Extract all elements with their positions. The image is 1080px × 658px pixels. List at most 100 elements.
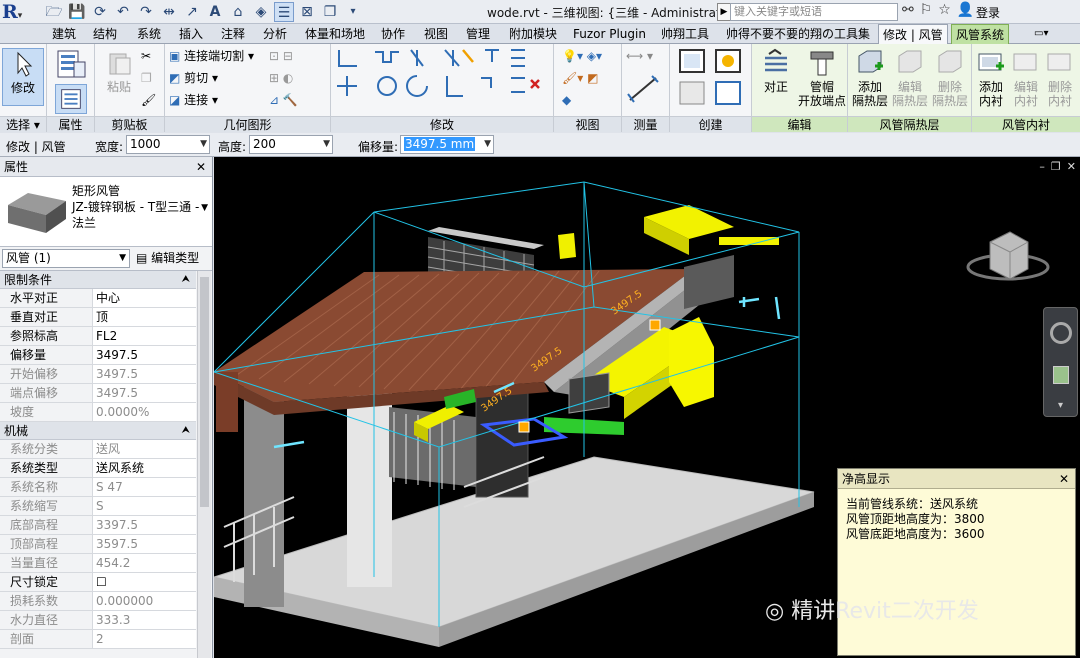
- override-icon[interactable]: 🖌▾ ◩: [562, 68, 598, 88]
- cut-clipboard-icon[interactable]: ✂: [141, 46, 151, 66]
- property-value[interactable]: ☐: [93, 573, 196, 591]
- measure-icon[interactable]: ⇹: [159, 2, 179, 22]
- delete-insulation-button[interactable]: 删除 隔热层: [928, 48, 972, 108]
- tab-view[interactable]: 视图: [420, 24, 452, 44]
- paint-icon[interactable]: ⊿ 🔨: [269, 90, 298, 110]
- dimension-icon[interactable]: ↗: [182, 2, 202, 22]
- clearance-bottom-height: 风管底距地高度为：3600: [846, 527, 985, 541]
- binoculars-icon[interactable]: ⚯: [902, 2, 914, 18]
- properties-icon[interactable]: [55, 48, 87, 80]
- tab-modify-duct[interactable]: 修改 | 风管: [878, 24, 948, 44]
- edit-type-button[interactable]: ▤ 编辑类型: [136, 248, 199, 268]
- navigation-bar: ▾: [1043, 307, 1078, 417]
- tab-annotate[interactable]: 注释: [217, 24, 249, 44]
- justify-button[interactable]: 对正: [754, 48, 798, 94]
- add-lining-button[interactable]: 添加 内衬: [972, 48, 1010, 108]
- modify-button[interactable]: 修改: [2, 48, 44, 106]
- property-value: S 47: [93, 478, 196, 496]
- tab-addins[interactable]: 附加模块: [505, 24, 561, 44]
- modify-tools-icons[interactable]: [335, 46, 547, 114]
- close-icon[interactable]: ✕: [1059, 469, 1069, 489]
- restore-icon[interactable]: ❐: [1051, 160, 1061, 173]
- close-hidden-icon[interactable]: ⊠: [297, 2, 317, 22]
- favorites-icon[interactable]: ☆: [938, 2, 951, 18]
- cap-open-ends-button[interactable]: 管帽 开放端点: [798, 48, 846, 108]
- minimize-icon[interactable]: –: [1039, 160, 1045, 173]
- type-properties-icon[interactable]: [55, 84, 87, 114]
- instance-filter-select[interactable]: 风管 (1) ▼: [2, 249, 130, 268]
- tab-systems[interactable]: 系统: [133, 24, 165, 44]
- property-name: 开始偏移: [0, 365, 93, 383]
- cope-button[interactable]: ▣ 连接端切割 ▾: [169, 46, 254, 66]
- login-link[interactable]: 登录: [976, 4, 1000, 21]
- height-combo[interactable]: 200 ▼: [249, 135, 333, 154]
- switch-windows-icon[interactable]: ❐: [320, 2, 340, 22]
- chevron-down-icon[interactable]: ▼: [201, 203, 208, 213]
- save-icon[interactable]: 💾: [67, 2, 87, 22]
- wall-joins-icon[interactable]: ⊡ ⊟: [269, 46, 293, 66]
- type-selector[interactable]: 矩形风管 JZ-镀锌钢板 - T型三通 - 法兰 ▼: [0, 177, 212, 247]
- text-icon[interactable]: A: [205, 2, 225, 22]
- panel-select-title[interactable]: 选择 ▾: [0, 116, 46, 132]
- tab-structure[interactable]: 结构: [89, 24, 121, 44]
- join-button[interactable]: ◪ 连接 ▾: [169, 90, 218, 110]
- property-value[interactable]: 中心: [93, 289, 196, 307]
- cut-geometry-button[interactable]: ◩ 剪切 ▾: [169, 68, 218, 88]
- properties-scrollbar[interactable]: [197, 271, 211, 658]
- property-value[interactable]: FL2: [93, 327, 196, 345]
- offset-combo[interactable]: 3497.5 mm ▼: [400, 135, 494, 154]
- section-mechanical[interactable]: 机械 ⮝: [0, 422, 196, 440]
- 3d-viewport[interactable]: 3497.5 3497.5 3497.5 – ❐ ✕ ▾ 净高显示 ✕ 当前管线系统：…: [214, 157, 1080, 658]
- tab-insert[interactable]: 插入: [175, 24, 207, 44]
- app-menu-button[interactable]: R▾: [2, 1, 38, 23]
- aligned-dimension-icon[interactable]: [626, 74, 664, 104]
- subscription-icon[interactable]: ⚐: [920, 2, 933, 18]
- zoom-icon[interactable]: [1053, 366, 1069, 384]
- navbar-menu-icon[interactable]: ▾: [1058, 400, 1063, 411]
- edit-insulation-button[interactable]: 编辑 隔热层: [888, 48, 932, 108]
- match-type-icon[interactable]: 🖌: [141, 90, 156, 110]
- tab-analyze[interactable]: 分析: [259, 24, 291, 44]
- tab-minimize-icon[interactable]: ▭▾: [1030, 24, 1052, 44]
- property-value[interactable]: 顶: [93, 308, 196, 326]
- customize-qat-icon[interactable]: ▾: [343, 2, 363, 22]
- copy-icon[interactable]: ❐: [141, 68, 152, 88]
- section-constraints[interactable]: 限制条件 ⮝: [0, 271, 196, 289]
- title-overflow-icon[interactable]: ▶: [717, 3, 731, 21]
- tab-manage[interactable]: 管理: [462, 24, 494, 44]
- tab-architecture[interactable]: 建筑: [48, 24, 80, 44]
- tab-collaborate[interactable]: 协作: [377, 24, 409, 44]
- hide-icon[interactable]: 💡▾ ◈▾: [562, 46, 602, 66]
- undo-icon[interactable]: ↶: [113, 2, 133, 22]
- sync-icon[interactable]: ⟳: [90, 2, 110, 22]
- tab-toolset[interactable]: 帅得不要不要的翔の工具集: [722, 24, 874, 44]
- thin-lines-icon[interactable]: ☰: [274, 2, 294, 22]
- tab-fuzor[interactable]: Fuzor Plugin: [569, 24, 650, 44]
- open-icon[interactable]: 🗁: [44, 2, 64, 22]
- 3d-view-icon[interactable]: ⌂: [228, 2, 248, 22]
- edit-lining-button[interactable]: 编辑 内衬: [1008, 48, 1044, 108]
- create-tools-icons[interactable]: [676, 46, 746, 112]
- tab-massing[interactable]: 体量和场地: [301, 24, 369, 44]
- linework-icon[interactable]: ◆: [562, 90, 571, 110]
- close-icon[interactable]: ✕: [196, 157, 206, 177]
- search-input[interactable]: 键入关键字或短语: [730, 3, 898, 21]
- split-face-icon[interactable]: ⊞ ◐: [269, 68, 293, 88]
- paste-button[interactable]: 粘贴: [97, 48, 141, 94]
- delete-lining-button[interactable]: 删除 内衬: [1042, 48, 1078, 108]
- measure-distance-icon[interactable]: ⟷ ▾: [626, 46, 653, 66]
- property-value[interactable]: 3497.5: [93, 346, 196, 364]
- add-insulation-button[interactable]: 添加 隔热层: [848, 48, 892, 108]
- section-icon[interactable]: ◈: [251, 2, 271, 22]
- tab-duct-system[interactable]: 风管系统: [951, 24, 1010, 44]
- close-icon[interactable]: ✕: [1067, 160, 1076, 173]
- width-combo[interactable]: 1000 ▼: [126, 135, 210, 154]
- steering-wheel-icon[interactable]: [1050, 322, 1072, 344]
- property-name: 垂直对正: [0, 308, 93, 326]
- tab-shuaixiang[interactable]: 帅翔工具: [657, 24, 713, 44]
- user-icon[interactable]: 👤: [957, 2, 974, 18]
- scrollbar-thumb[interactable]: [200, 277, 209, 507]
- property-value[interactable]: 送风系统: [93, 459, 196, 477]
- redo-icon[interactable]: ↷: [136, 2, 156, 22]
- viewcube-icon[interactable]: [966, 231, 1050, 281]
